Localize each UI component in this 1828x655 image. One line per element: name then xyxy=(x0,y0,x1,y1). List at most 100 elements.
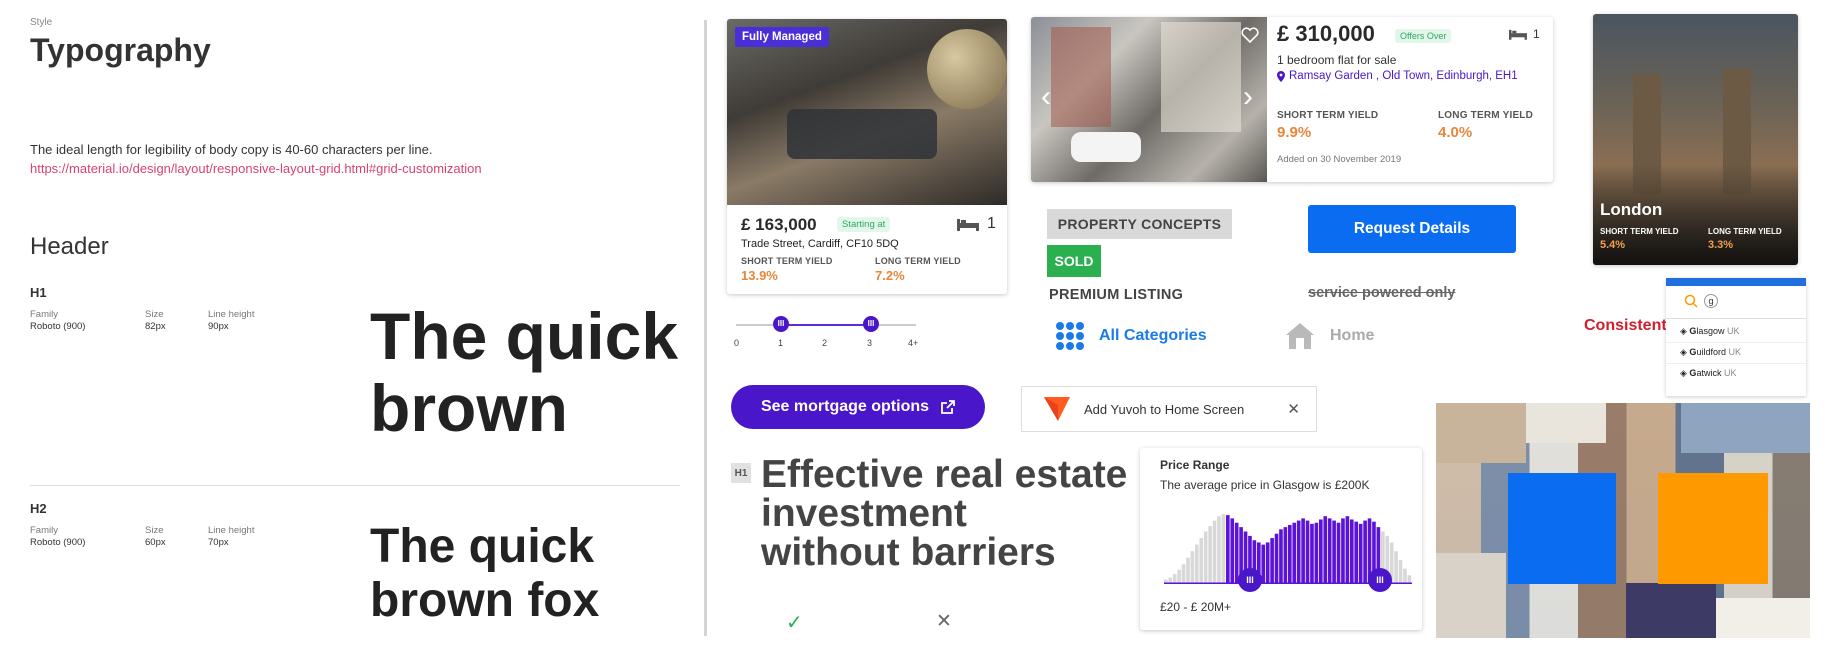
add-to-home-banner[interactable]: Add Yuvoh to Home Screen ✕ xyxy=(1021,386,1317,432)
search-row[interactable]: g xyxy=(1684,294,1718,308)
slider-tick: 1 xyxy=(778,338,784,348)
histogram-bar xyxy=(1283,527,1288,584)
histogram-bar xyxy=(1261,544,1266,584)
property-card-edinburgh[interactable]: ‹ › £ 310,000 Offers Over 1 1 bedroom fl… xyxy=(1031,17,1553,182)
consistent-label: Consistent xyxy=(1584,317,1667,334)
histogram-bar xyxy=(1217,516,1221,584)
suggestion-divider xyxy=(1666,342,1806,343)
h2-family-label: Family xyxy=(30,525,58,536)
card1-short-yield-value: 13.9% xyxy=(741,268,778,283)
search-autocomplete-panel[interactable]: g ◈ Glasgow UK ◈ Guildford UK ◈ Gatwick … xyxy=(1666,278,1806,396)
home-nav[interactable]: Home xyxy=(1284,321,1374,351)
london-long-yield-label: LONG TERM YIELD xyxy=(1708,227,1782,236)
blue-swatch xyxy=(1508,473,1616,584)
card1-beds: 1 xyxy=(957,215,996,233)
card2-location-text: Ramsay Garden , Old Town, Edinburgh, EH1 xyxy=(1289,70,1518,82)
bedroom-range-slider[interactable]: III III 0 1 2 3 4+ xyxy=(734,316,919,356)
histogram-bar xyxy=(1358,523,1363,584)
slider-tick: 4+ xyxy=(908,338,919,348)
histogram-bar xyxy=(1212,520,1217,584)
suggestion-item[interactable]: ◈ Gatwick UK xyxy=(1680,368,1736,379)
histogram-bar xyxy=(1314,522,1319,584)
london-short-yield-label: SHORT TERM YIELD xyxy=(1600,227,1679,236)
external-link-icon xyxy=(941,400,955,414)
histogram-bar xyxy=(1394,551,1398,584)
header-section-title: Header xyxy=(30,233,109,260)
check-icon: ✓ xyxy=(786,612,803,634)
section-divider xyxy=(30,485,680,486)
grid-dots-icon xyxy=(1056,322,1084,350)
h1-sample-line-2: brown xyxy=(370,371,568,445)
slider-knob-high[interactable]: III xyxy=(863,316,879,332)
card2-short-yield-value: 9.9% xyxy=(1277,124,1312,141)
cross-icon: ✕ xyxy=(936,611,952,632)
histogram-bar xyxy=(1288,524,1292,584)
see-mortgage-options-button[interactable]: See mortgage options xyxy=(731,385,985,429)
suggestion-item[interactable]: ◈ Glasgow UK xyxy=(1680,326,1739,337)
suggestion-divider xyxy=(1666,363,1806,364)
property-card-cardiff[interactable]: Fully Managed £ 163,000 Starting at 1 Tr… xyxy=(727,19,1007,294)
histogram-bar xyxy=(1208,526,1212,584)
suggestion-item[interactable]: ◈ Guildford UK xyxy=(1680,347,1741,358)
column-divider xyxy=(704,20,707,636)
bed-icon xyxy=(1509,29,1527,40)
card2-beds-count: 1 xyxy=(1533,27,1540,41)
sold-badge: SOLD xyxy=(1047,245,1101,277)
h2-spec-name: H2 xyxy=(30,501,47,516)
histogram-bar xyxy=(1398,559,1403,584)
car-shape xyxy=(1071,132,1141,162)
price-range-value: £20 - £ 20M+ xyxy=(1160,600,1232,614)
card1-price-pill: Starting at xyxy=(837,217,891,232)
price-range-card: Price Range The average price in Glasgow… xyxy=(1140,448,1422,630)
card1-price: £ 163,000 xyxy=(741,215,817,234)
histogram-bar xyxy=(1354,521,1359,584)
carousel-prev-icon[interactable]: ‹ xyxy=(1041,82,1051,112)
slider-knob-low[interactable]: III xyxy=(773,316,789,332)
card2-added-date: Added on 30 November 2019 xyxy=(1277,154,1402,165)
histogram-bar xyxy=(1270,538,1274,584)
search-icon xyxy=(1684,294,1698,308)
location-pin-icon xyxy=(1277,70,1285,82)
all-categories-nav[interactable]: All Categories xyxy=(1055,321,1207,351)
h1-sample-line-1: The quick xyxy=(370,299,679,373)
slider-tick: 3 xyxy=(867,338,873,348)
card1-long-yield-label: LONG TERM YIELD xyxy=(875,256,961,266)
histogram-bar xyxy=(1265,542,1270,584)
h1-tag: H1 xyxy=(731,463,751,483)
heart-icon[interactable] xyxy=(1241,27,1259,43)
histogram-bar xyxy=(1190,551,1195,584)
style-label: Style xyxy=(30,17,53,28)
yuvoh-logo-icon xyxy=(1044,397,1070,421)
close-icon[interactable]: ✕ xyxy=(1287,400,1300,418)
request-details-button[interactable]: Request Details xyxy=(1308,205,1516,253)
collage-tile xyxy=(1436,403,1526,463)
h2-lineheight-label: Line height xyxy=(208,525,255,536)
histogram-bar xyxy=(1181,564,1186,584)
collage-tile xyxy=(1526,403,1606,443)
histogram-bar xyxy=(1310,523,1314,584)
carousel-next-icon[interactable]: › xyxy=(1243,82,1253,112)
card2-beds: 1 xyxy=(1509,27,1540,41)
price-knob-high[interactable]: III xyxy=(1368,568,1392,592)
collage-tile xyxy=(1681,403,1810,453)
lamp-shape xyxy=(927,29,1007,109)
card2-long-yield-value: 4.0% xyxy=(1438,124,1473,141)
search-divider xyxy=(1666,318,1806,319)
grid-customization-link[interactable]: https://material.io/design/layout/respon… xyxy=(30,161,482,176)
page-title: Typography xyxy=(30,32,211,68)
histogram-bar xyxy=(1177,569,1181,584)
histogram-bar xyxy=(1345,516,1350,584)
price-range-title: Price Range xyxy=(1160,458,1230,472)
price-knob-low[interactable]: III xyxy=(1238,568,1262,592)
search-query[interactable]: g xyxy=(1704,294,1718,308)
slider-tick: 0 xyxy=(734,338,740,348)
property-card-london[interactable]: London SHORT TERM YIELD 5.4% LONG TERM Y… xyxy=(1593,14,1798,265)
h1-family-label: Family xyxy=(30,309,58,320)
h2-sample-text: The quick brown fox xyxy=(370,520,599,628)
histogram-bar xyxy=(1292,522,1297,584)
histogram-bar xyxy=(1350,519,1354,584)
hero-headline-line: without barriers xyxy=(761,531,1056,574)
service-powered-label: service powered only xyxy=(1308,285,1456,301)
histogram-bar xyxy=(1279,529,1283,584)
h1-lineheight-value: 90px xyxy=(208,321,229,332)
